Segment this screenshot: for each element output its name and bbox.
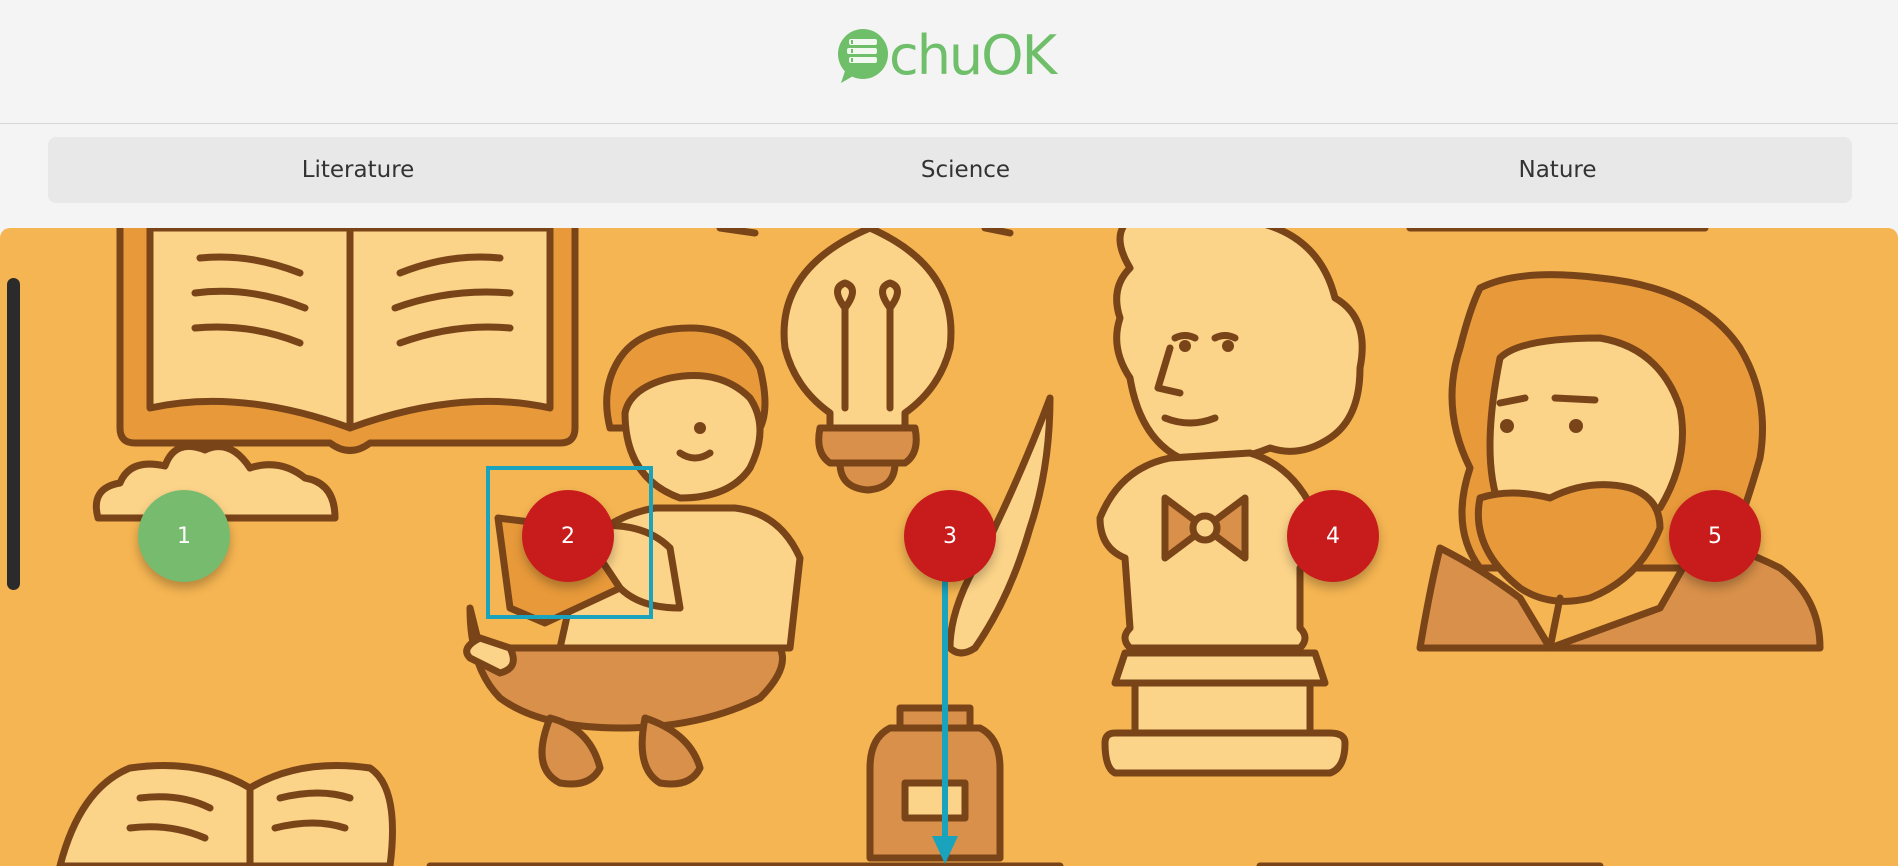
- tab-literature[interactable]: Literature: [48, 137, 668, 203]
- category-tabs: Literature Science Nature: [48, 137, 1852, 203]
- header: chuOK: [0, 0, 1898, 124]
- level-marker-3[interactable]: 3: [904, 490, 996, 582]
- level-marker-2[interactable]: 2: [522, 490, 614, 582]
- level-marker-5[interactable]: 5: [1669, 490, 1761, 582]
- tab-nature[interactable]: Nature: [1263, 137, 1852, 203]
- level-marker-1[interactable]: 1: [138, 490, 230, 582]
- level-marker-label: 1: [177, 523, 191, 549]
- level-marker-label: 4: [1326, 523, 1340, 549]
- vertical-scrollbar[interactable]: [7, 278, 20, 590]
- tab-science[interactable]: Science: [668, 137, 1263, 203]
- level-marker-4[interactable]: 4: [1287, 490, 1379, 582]
- book-chat-logo-icon: [838, 29, 888, 83]
- level-map: .o { stroke:#7a4419; stroke-width:7; str…: [0, 228, 1898, 866]
- level-marker-label: 5: [1708, 523, 1722, 549]
- level-marker-label: 3: [943, 523, 957, 549]
- level-marker-label: 2: [561, 523, 575, 549]
- logo-text: chuOK: [889, 24, 1057, 87]
- logo[interactable]: chuOK: [835, 24, 1057, 88]
